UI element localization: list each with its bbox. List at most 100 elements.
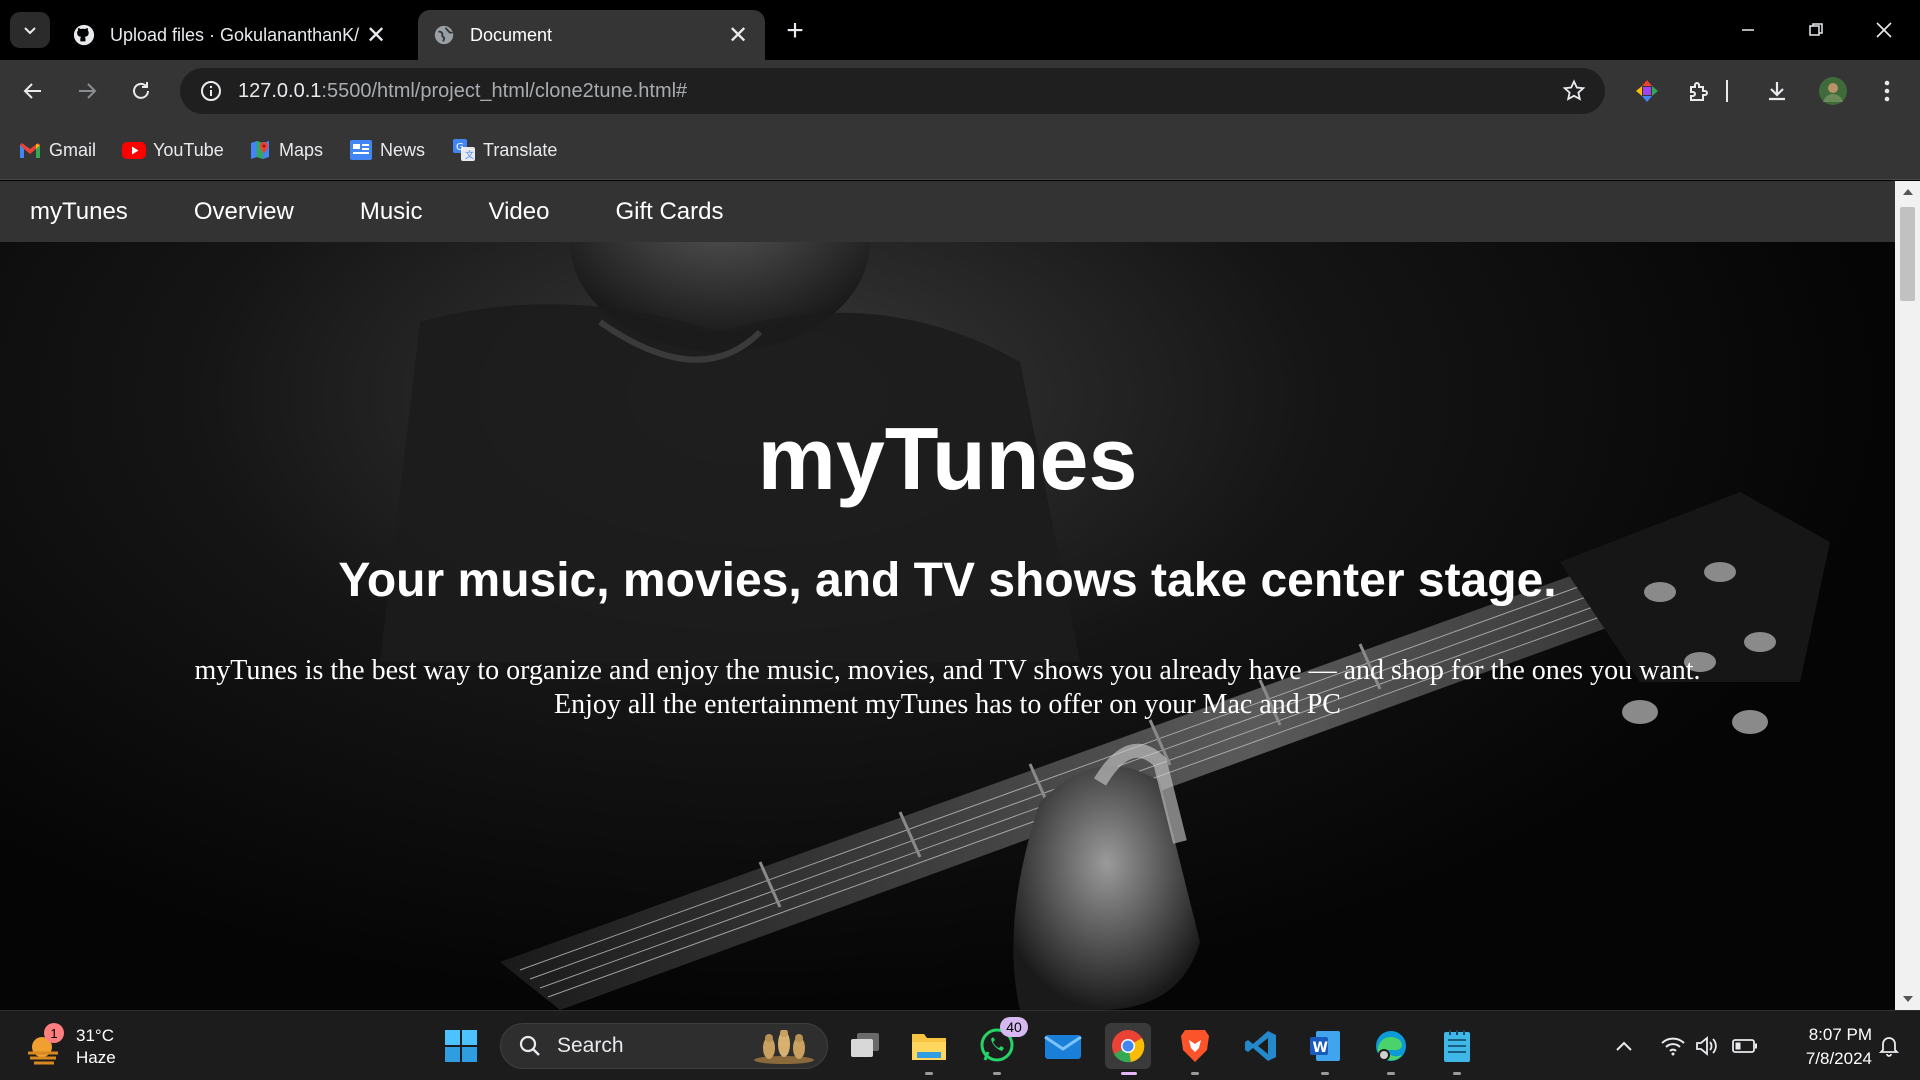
extension-color-icon[interactable] xyxy=(1630,74,1664,108)
notepad-icon xyxy=(1444,1030,1470,1062)
site-navbar: myTunes Overview Music Video Gift Cards xyxy=(0,181,1895,242)
bookmark-label: Maps xyxy=(279,139,324,160)
bookmark-translate[interactable]: G文 Translate xyxy=(452,136,557,164)
notifications-bell-icon[interactable] xyxy=(1874,1031,1904,1061)
chrome-icon xyxy=(1112,1030,1145,1063)
weather-widget[interactable]: 1 31°C Haze xyxy=(24,1023,116,1069)
bookmark-youtube[interactable]: YouTube xyxy=(122,136,224,164)
svg-text:W: W xyxy=(1313,1040,1328,1056)
brave-button[interactable] xyxy=(1172,1023,1218,1075)
hero-section: myTunes Your music, movies, and TV shows… xyxy=(0,242,1895,1010)
url-path: :5500/html/project_html/clone2tune.html# xyxy=(321,79,688,102)
mail-icon xyxy=(1044,1035,1082,1059)
nav-brand-mytunes[interactable]: myTunes xyxy=(0,198,128,226)
vscode-icon xyxy=(1245,1031,1276,1061)
volume-icon[interactable] xyxy=(1692,1031,1722,1061)
tab-document[interactable]: Document ✕ xyxy=(418,10,765,60)
bookmarks-bar: Gmail YouTube Maps News G文 Translate xyxy=(0,120,1920,180)
site-info-icon[interactable] xyxy=(194,74,228,108)
weather-haze-icon: 1 xyxy=(24,1023,64,1067)
svg-text:G: G xyxy=(456,142,464,153)
tab-search-button[interactable] xyxy=(10,12,50,48)
bookmark-label: News xyxy=(380,139,426,160)
nav-link-video[interactable]: Video xyxy=(459,198,550,226)
youtube-icon xyxy=(122,139,146,161)
running-indicator xyxy=(993,1072,1001,1075)
scroll-down-arrow-icon[interactable] xyxy=(1903,996,1913,1002)
toolbar-divider xyxy=(1722,74,1732,108)
scrollbar-thumb[interactable] xyxy=(1900,207,1915,301)
tab-upload-files[interactable]: Upload files · GokulananthanK/ ✕ xyxy=(58,10,403,60)
active-indicator xyxy=(1121,1072,1137,1075)
guitarist-background-image xyxy=(380,242,1830,1010)
clock-time: 8:07 PM xyxy=(1808,1025,1872,1044)
close-window-icon[interactable] xyxy=(1866,12,1902,48)
whatsapp-badge: 40 xyxy=(1000,1017,1028,1037)
word-button[interactable]: W xyxy=(1302,1023,1348,1075)
tab-title: Upload files · GokulananthanK/ xyxy=(110,24,360,45)
nav-link-overview[interactable]: Overview xyxy=(164,198,294,226)
restore-icon[interactable] xyxy=(1798,12,1834,48)
page-viewport: myTunes Overview Music Video Gift Cards xyxy=(0,181,1895,1010)
brave-icon xyxy=(1181,1030,1209,1062)
reload-icon[interactable] xyxy=(124,74,158,108)
search-highlight-meerkats-icon xyxy=(751,1029,817,1070)
taskbar-clock[interactable]: 8:07 PM 7/8/2024 xyxy=(1772,1023,1872,1071)
word-icon: W xyxy=(1310,1031,1340,1061)
start-button[interactable] xyxy=(438,1023,484,1069)
bookmark-gmail[interactable]: Gmail xyxy=(18,136,96,164)
translate-icon: G文 xyxy=(452,139,476,161)
url-text: 127.0.0.1:5500/html/project_html/clone2t… xyxy=(238,80,687,103)
address-bar[interactable]: 127.0.0.1:5500/html/project_html/clone2t… xyxy=(180,68,1605,114)
task-view-button[interactable] xyxy=(842,1023,888,1069)
github-icon xyxy=(72,23,96,47)
hero-description-line-2: Enjoy all the entertainment myTunes has … xyxy=(554,689,1341,720)
profile-avatar[interactable] xyxy=(1816,74,1850,108)
browser-tab-strip: Upload files · GokulananthanK/ ✕ Documen… xyxy=(0,0,1920,60)
forward-icon[interactable] xyxy=(70,74,104,108)
vscode-button[interactable] xyxy=(1238,1023,1284,1069)
battery-icon[interactable] xyxy=(1730,1031,1760,1061)
edge-button[interactable] xyxy=(1368,1023,1414,1075)
file-explorer-icon xyxy=(912,1034,946,1060)
close-tab-icon[interactable]: ✕ xyxy=(725,22,751,49)
bookmark-label: YouTube xyxy=(153,139,224,160)
browser-toolbar: 127.0.0.1:5500/html/project_html/clone2t… xyxy=(0,60,1920,120)
back-icon[interactable] xyxy=(16,74,50,108)
show-hidden-icons-chevron-up-icon[interactable] xyxy=(1609,1031,1639,1061)
wifi-icon[interactable] xyxy=(1658,1031,1688,1061)
gmail-icon xyxy=(18,139,42,161)
task-view-icon xyxy=(851,1033,879,1057)
bookmark-label: Translate xyxy=(483,139,558,160)
new-tab-button[interactable]: + xyxy=(780,14,810,47)
bookmark-maps[interactable]: Maps xyxy=(248,136,323,164)
nav-link-music[interactable]: Music xyxy=(330,198,423,226)
hero-description-line-1: myTunes is the best way to organize and … xyxy=(194,655,1701,686)
windows-taskbar: 1 31°C Haze Search 40 W 8:07 PM 7/8/2024 xyxy=(0,1010,1920,1080)
bookmark-label: Gmail xyxy=(49,139,97,160)
search-icon xyxy=(517,1033,543,1059)
taskbar-search[interactable]: Search xyxy=(500,1023,828,1069)
globe-icon xyxy=(432,23,456,47)
url-host: 127.0.0.1 xyxy=(238,79,322,102)
more-menu-icon[interactable] xyxy=(1870,74,1904,108)
extensions-puzzle-icon[interactable] xyxy=(1682,74,1716,108)
chrome-button[interactable] xyxy=(1105,1023,1151,1075)
hero-subtitle: Your music, movies, and TV shows take ce… xyxy=(338,554,1557,607)
edge-icon xyxy=(1376,1031,1406,1061)
mail-button[interactable] xyxy=(1040,1023,1086,1069)
page-scrollbar[interactable] xyxy=(1895,181,1920,1010)
bookmark-news[interactable]: News xyxy=(349,136,425,164)
minimize-icon[interactable] xyxy=(1730,12,1766,48)
running-indicator xyxy=(925,1072,933,1075)
close-tab-icon[interactable]: ✕ xyxy=(363,22,389,49)
file-explorer-button[interactable] xyxy=(906,1023,952,1075)
weather-temperature: 31°C xyxy=(76,1026,114,1045)
bookmark-star-icon[interactable] xyxy=(1557,74,1591,108)
scroll-up-arrow-icon[interactable] xyxy=(1903,189,1913,195)
clock-date: 7/8/2024 xyxy=(1805,1049,1872,1068)
downloads-icon[interactable] xyxy=(1760,74,1794,108)
nav-link-gift-cards[interactable]: Gift Cards xyxy=(585,198,723,226)
notepad-button[interactable] xyxy=(1434,1023,1480,1075)
whatsapp-button[interactable]: 40 xyxy=(974,1017,1028,1075)
